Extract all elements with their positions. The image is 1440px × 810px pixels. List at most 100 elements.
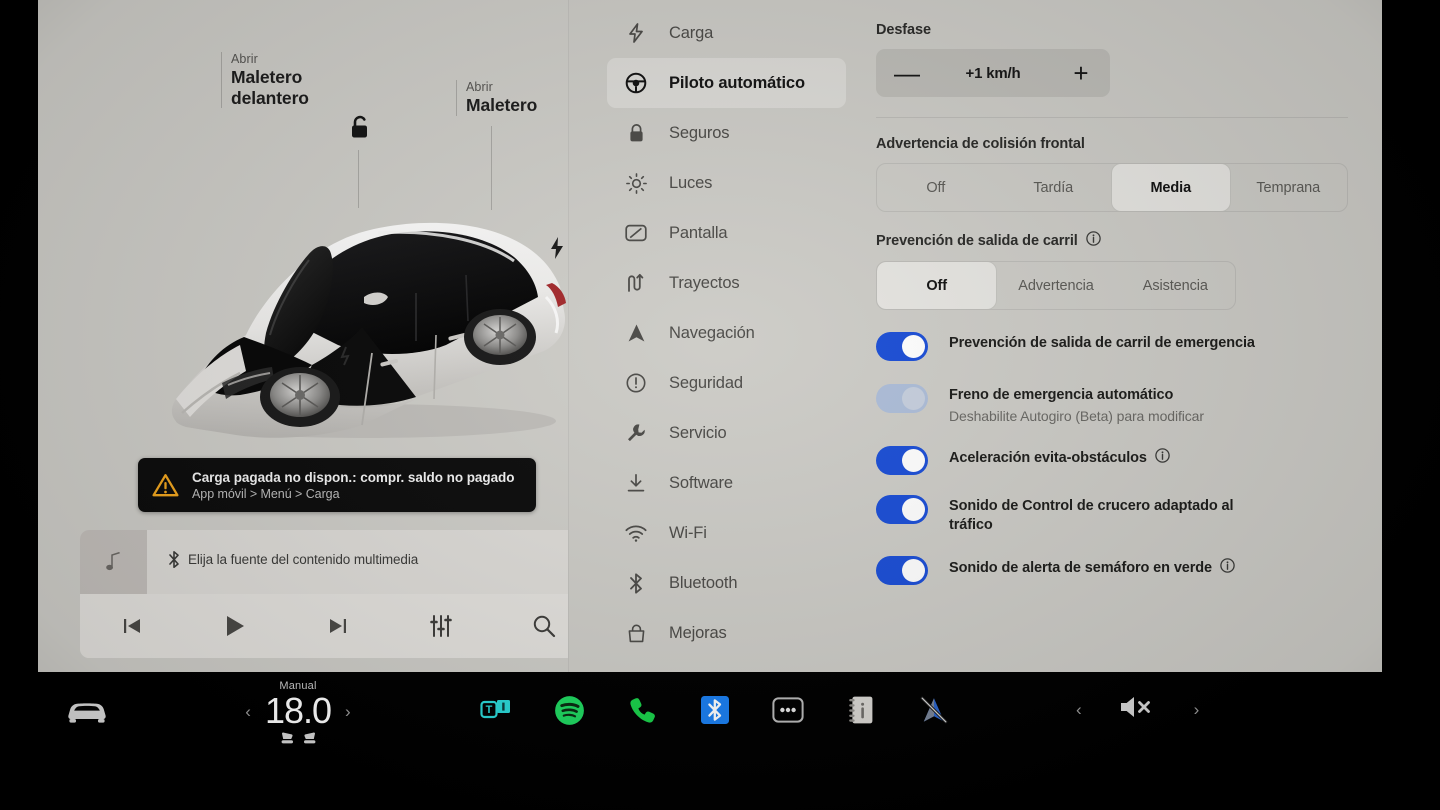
car-front-icon	[68, 703, 106, 723]
seat-heater-left-icon[interactable]	[279, 732, 296, 745]
toggle-knob	[902, 449, 925, 472]
toggle-automatic-emergency-braking[interactable]	[876, 384, 928, 413]
equalizer-button[interactable]	[389, 594, 492, 658]
fcw-option-media[interactable]: Media	[1112, 164, 1230, 211]
volume-increase-button[interactable]: ›	[1194, 701, 1200, 718]
autopilot-settings-content: Desfase — +1 km/h + Advertencia de colis…	[862, 0, 1382, 672]
bottom-taskbar: Manual ‹ 18.0 › T ‹ ›	[0, 676, 1440, 810]
lane-departure-label-row: Prevención de salida de carril	[876, 231, 1348, 250]
sidebar-label-pantalla: Pantalla	[669, 223, 728, 242]
toggle-emergency-lane-departure[interactable]	[876, 332, 928, 361]
info-icon[interactable]	[1085, 231, 1101, 250]
toggle-text-group: Freno de emergencia automático Deshabili…	[949, 383, 1204, 426]
phone-app-icon[interactable]	[626, 694, 658, 726]
volume-decrease-button[interactable]: ‹	[1076, 701, 1082, 718]
sidebar-item-mejoras[interactable]: Mejoras	[607, 608, 846, 658]
volume-control: ‹ ›	[1076, 694, 1199, 725]
toggle-knob	[902, 498, 925, 521]
sidebar-item-navegacion[interactable]: Navegación	[607, 308, 846, 358]
ldw-option-off[interactable]: Off	[877, 262, 997, 309]
spotify-app-icon[interactable]	[553, 694, 585, 726]
toggle-knob	[902, 335, 925, 358]
sidebar-item-piloto-automatico[interactable]: Piloto automático	[607, 58, 846, 108]
trunk-callout[interactable]: Abrir Maletero	[456, 80, 537, 116]
toggle-text-group: Prevención de salida de carril de emerge…	[949, 331, 1255, 353]
fcw-option-tardia[interactable]: Tardía	[995, 164, 1113, 211]
trunk-callout-sub: Abrir	[466, 80, 493, 94]
alert-circle-icon	[625, 372, 647, 394]
sidebar-item-carga[interactable]: Carga	[607, 8, 846, 58]
toggle-green-light-chime[interactable]	[876, 556, 928, 585]
toggle-row-emergency-lane-departure: Prevención de salida de carril de emerge…	[876, 331, 1348, 361]
offset-label: Desfase	[876, 22, 931, 38]
owners-manual-icon[interactable]	[845, 694, 877, 726]
sidebar-label-servicio: Servicio	[669, 423, 727, 442]
sidebar-label-software: Software	[669, 473, 733, 492]
media-player: Elija la fuente del contenido multimedia	[80, 530, 595, 658]
warning-subtitle: App móvil > Menú > Carga	[192, 486, 340, 501]
display-icon	[625, 222, 647, 244]
media-source-row[interactable]: Elija la fuente del contenido multimedia	[168, 551, 418, 568]
sidebar-item-trayectos[interactable]: Trayectos	[607, 258, 846, 308]
ldw-option-advertencia[interactable]: Advertencia	[996, 262, 1115, 309]
forward-collision-label: Advertencia de colisión frontal	[876, 136, 1085, 152]
temp-increase-button[interactable]: ›	[345, 703, 351, 720]
temperature-value[interactable]: 18.0	[265, 691, 332, 731]
toggle-tacc-chime[interactable]	[876, 495, 928, 524]
sidebar-label-piloto-automatico: Piloto automático	[669, 73, 805, 92]
sidebar-item-bluetooth[interactable]: Bluetooth	[607, 558, 846, 608]
sidebar-item-software[interactable]: Software	[607, 458, 846, 508]
volume-mute-icon[interactable]	[1118, 694, 1158, 725]
frunk-callout[interactable]: Abrir Maletero delantero	[221, 52, 351, 108]
info-icon[interactable]	[1155, 448, 1170, 469]
ldw-option-asistencia[interactable]: Asistencia	[1116, 262, 1235, 309]
toggle-title: Aceleración evita-obstáculos	[949, 450, 1147, 466]
play-icon	[226, 616, 244, 636]
sidebar-label-wifi: Wi-Fi	[669, 523, 707, 542]
temp-decrease-button[interactable]: ‹	[245, 703, 251, 720]
fcw-option-off[interactable]: Off	[877, 164, 995, 211]
tidal-app-icon[interactable]: T	[480, 694, 512, 726]
next-track-button[interactable]	[286, 594, 389, 658]
toggle-row-automatic-emergency-braking: Freno de emergencia automático Deshabili…	[876, 383, 1348, 426]
sidebar-item-seguros[interactable]: Seguros	[607, 108, 846, 158]
toggle-row-obstacle-aware-acceleration: Aceleración evita-obstáculos	[876, 445, 1348, 475]
info-icon[interactable]	[1220, 558, 1235, 579]
previous-track-button[interactable]	[80, 594, 183, 658]
frunk-callout-label: Maletero delantero	[231, 67, 309, 108]
sidebar-item-servicio[interactable]: Servicio	[607, 408, 846, 458]
climate-control: Manual ‹ 18.0 ›	[228, 680, 368, 745]
vehicle-controls-button[interactable]	[66, 700, 108, 731]
seat-heater-right-icon[interactable]	[301, 732, 318, 745]
sidebar-item-luces[interactable]: Luces	[607, 158, 846, 208]
charging-warning-banner[interactable]: Carga pagada no dispon.: compr. saldo no…	[138, 458, 536, 512]
toggle-title-row: Sonido de alerta de semáforo en verde	[949, 558, 1235, 579]
skip-back-icon	[123, 619, 140, 633]
settings-panel: Carga Piloto automático Seguros Luces Pa…	[569, 0, 1382, 672]
unlock-icon[interactable]	[348, 114, 372, 140]
toggle-knob	[902, 559, 925, 582]
navigation-muted-icon[interactable]	[918, 694, 950, 726]
toggle-obstacle-aware-acceleration[interactable]	[876, 446, 928, 475]
forward-collision-segmented-control: Off Tardía Media Temprana	[876, 163, 1348, 212]
offset-value: +1 km/h	[965, 64, 1021, 82]
bluetooth-app-icon[interactable]	[699, 694, 731, 726]
vehicle-image[interactable]	[116, 185, 586, 450]
sidebar-item-wifi[interactable]: Wi-Fi	[607, 508, 846, 558]
sidebar-item-seguridad[interactable]: Seguridad	[607, 358, 846, 408]
fcw-option-temprana[interactable]: Temprana	[1230, 164, 1348, 211]
offset-decrement-button[interactable]: —	[894, 60, 920, 86]
media-controls	[80, 594, 595, 658]
toggle-text-group: Sonido de alerta de semáforo en verde	[949, 555, 1235, 579]
center-display-screen: Abrir Maletero delantero Abrir Maletero	[38, 0, 1382, 672]
play-button[interactable]	[183, 594, 286, 658]
charge-bolt-icon	[550, 237, 564, 259]
offset-increment-button[interactable]: +	[1070, 60, 1092, 86]
warning-triangle-icon	[152, 473, 179, 496]
album-art-placeholder[interactable]	[80, 530, 147, 594]
toggle-title: Sonido de alerta de semáforo en verde	[949, 560, 1213, 576]
sidebar-label-seguridad: Seguridad	[669, 373, 743, 392]
more-apps-icon[interactable]	[772, 694, 804, 726]
download-icon	[625, 472, 647, 494]
sidebar-item-pantalla[interactable]: Pantalla	[607, 208, 846, 258]
